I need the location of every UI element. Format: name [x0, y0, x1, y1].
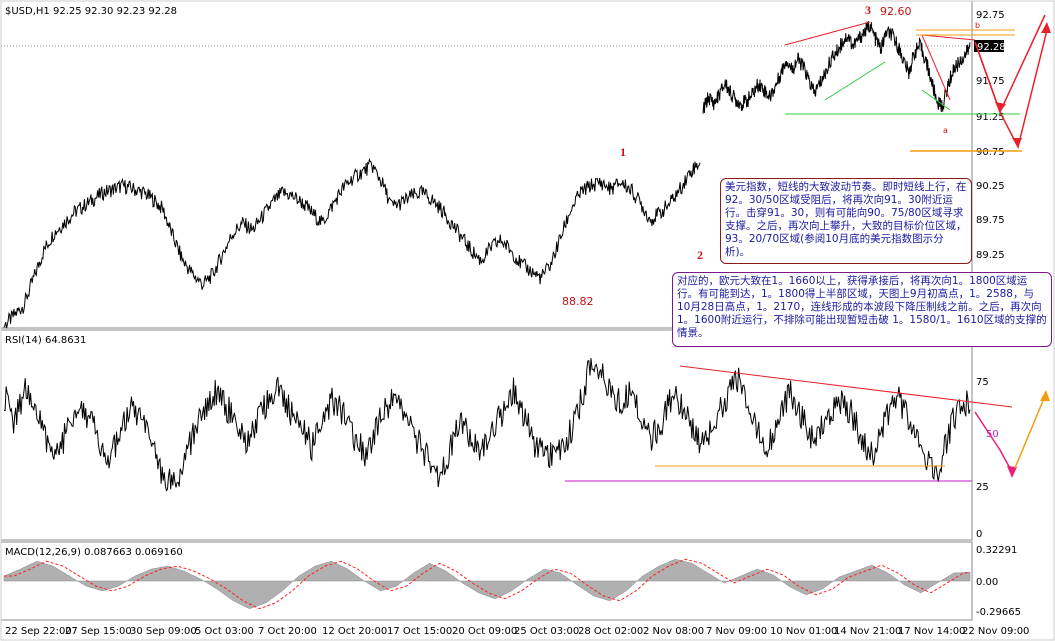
macd-tick: 0.00	[976, 577, 998, 588]
rsi-line	[3, 358, 971, 492]
x-tick-label: 14 Nov 21:00	[834, 626, 901, 637]
support-trendline-b	[921, 89, 951, 111]
rsi-header: RSI(14) 64.8631	[5, 335, 86, 346]
x-tick-label: 25 Oct 03:00	[514, 626, 579, 637]
high-label: 92.60	[880, 5, 912, 18]
wave-label-1: 1	[620, 145, 626, 159]
usd-annotation: 美元指数，短线的大致波动节奏。即时短线上行，在92。30/50区域受阻后，将再次…	[720, 178, 972, 264]
sub-wave-b: b	[975, 21, 980, 30]
x-tick-label: 28 Oct 02:00	[578, 626, 643, 637]
support-trendline	[824, 61, 886, 101]
x-tick-label: 17 Nov 14:00	[898, 626, 965, 637]
rsi-tick: 0	[976, 529, 982, 540]
macd-tick: 0.32291	[976, 545, 1017, 556]
channel-line	[921, 34, 951, 101]
price-tick: 90.25	[976, 181, 1005, 192]
x-tick-label: 12 Oct 20:00	[322, 626, 387, 637]
price-tick: 90.75	[976, 147, 1005, 158]
rsi-resistance-trendline	[679, 365, 1013, 408]
arrow-up-icon	[1041, 22, 1051, 33]
price-header: $USD,H1 92.25 92.30 92.23 92.28	[5, 6, 177, 17]
x-tick-label: 5 Oct 03:00	[195, 626, 254, 637]
rsi-projection-up	[1014, 395, 1046, 469]
channel-top-line	[921, 34, 976, 41]
wave-label-3: 3	[865, 3, 871, 17]
current-price-value: 92.28	[977, 42, 1006, 53]
macd-header: MACD(12,26,9) 0.087663 0.069160	[5, 547, 183, 558]
x-tick-label: 17 Oct 15:00	[387, 626, 452, 637]
low-label: 88.82	[562, 295, 594, 308]
eur-annotation: 对应的，欧元大致在1。1660以上，获得承接后，将再次向1。1800区域运行。有…	[672, 272, 1052, 347]
price-series-line	[3, 157, 701, 329]
rsi-tick: 75	[976, 377, 989, 388]
wave-label-2: 2	[697, 248, 703, 262]
x-tick-label: 10 Nov 01:00	[770, 626, 837, 637]
x-axis-ticks: 22 Sep 22:0027 Sep 15:0030 Sep 09:005 Oc…	[5, 626, 1029, 637]
price-tick: 89.75	[976, 215, 1005, 226]
x-tick-label: 7 Oct 20:00	[258, 626, 317, 637]
macd-tick: -0.29665	[976, 607, 1021, 618]
macd-histogram	[3, 558, 971, 609]
rsi-panel-frame	[0, 329, 973, 541]
rsi-tick: 25	[976, 482, 989, 493]
x-tick-label: 7 Nov 09:00	[706, 626, 767, 637]
x-tick-label: 22 Nov 09:00	[962, 626, 1029, 637]
sub-wave-a: a	[943, 126, 948, 135]
arrow-up-icon	[1040, 390, 1050, 401]
x-tick-label: 2 Nov 08:00	[643, 626, 704, 637]
price-tick: 92.75	[976, 10, 1005, 21]
price-tick: 89.25	[976, 250, 1005, 261]
x-tick-label: 27 Sep 15:00	[65, 626, 132, 637]
x-tick-label: 22 Sep 22:00	[5, 626, 72, 637]
rsi-projection-down	[974, 411, 1013, 473]
x-tick-label: 30 Sep 09:00	[130, 626, 197, 637]
macd-histogram-group	[3, 558, 971, 610]
x-tick-label: 20 Oct 09:00	[452, 626, 517, 637]
rsi-series-group	[3, 358, 971, 492]
